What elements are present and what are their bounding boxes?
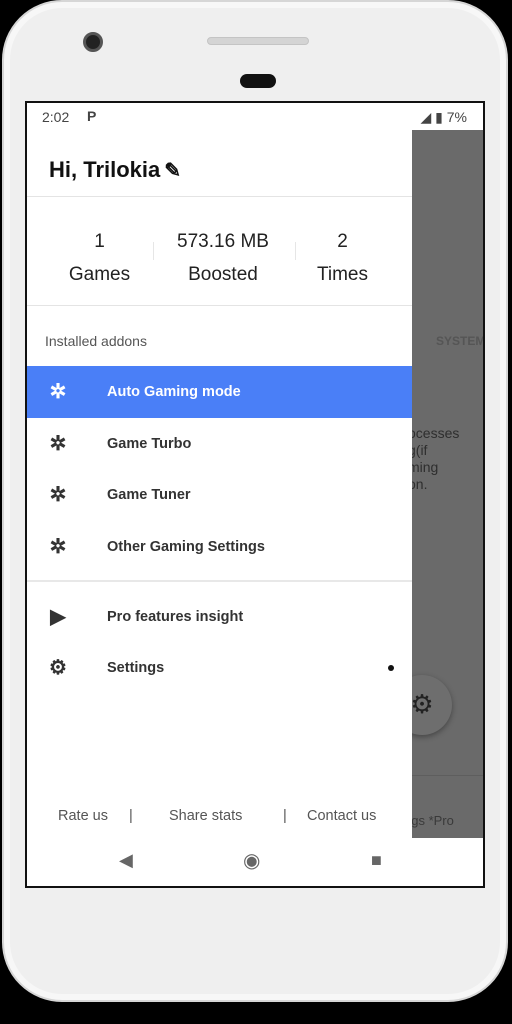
notification-dot xyxy=(388,665,394,671)
menu-item-pro-features[interactable]: ▶ Pro features insight xyxy=(27,591,412,643)
menu-item-label: Settings xyxy=(107,660,165,676)
contact-us-link[interactable]: Contact us xyxy=(307,808,376,824)
menu-item-label: Pro features insight xyxy=(107,609,244,625)
stat-label: Times xyxy=(316,264,369,285)
background-footer: ngs *Pro xyxy=(412,813,454,828)
divider xyxy=(295,242,296,260)
stat-label: Boosted xyxy=(188,264,258,285)
back-icon[interactable]: ◀ xyxy=(119,850,133,871)
menu-item-auto-gaming-mode[interactable]: ✲ Auto Gaming mode xyxy=(27,366,412,418)
menu-item-label: Auto Gaming mode xyxy=(107,384,241,400)
puzzle-icon: ✲ xyxy=(49,536,67,558)
screen: 2:02 P ◢ ▮ 7% SYSTEM ocesses g(if ming o… xyxy=(25,101,485,888)
menu-item-game-tuner[interactable]: ✲ Game Tuner xyxy=(27,469,412,521)
background-content-scrim[interactable]: SYSTEM ocesses g(if ming on. ⚙ ngs *Pro xyxy=(412,130,483,838)
menu-item-label: Game Turbo xyxy=(107,436,192,452)
divider xyxy=(153,242,154,260)
footer-separator: | xyxy=(129,808,133,824)
gear-speed-icon: ⚙ xyxy=(412,689,434,719)
stat-boosted: 573.16 MB Boosted xyxy=(157,225,289,291)
divider xyxy=(27,305,412,306)
stat-value: 1 xyxy=(94,231,105,252)
puzzle-icon: ✲ xyxy=(49,433,67,455)
greeting: Hi, Trilokia xyxy=(49,157,161,182)
stat-value: 2 xyxy=(337,231,348,252)
stat-value: 573.16 MB xyxy=(177,231,269,252)
system-nav-bar: ◀ ◉ ■ xyxy=(27,838,483,886)
notification-icon: P xyxy=(87,108,97,124)
background-description: ocesses g(if ming on. xyxy=(412,425,460,492)
navigation-drawer: Hi, Trilokia ✎ 1 Games 573.16 MB Boosted 2 T… xyxy=(27,130,412,838)
speaker-grille xyxy=(207,37,309,45)
menu-item-settings[interactable]: ⚙ Settings xyxy=(27,642,412,694)
puzzle-icon: ✲ xyxy=(49,484,67,506)
play-bag-icon: ▶ xyxy=(50,606,66,628)
rate-us-link[interactable]: Rate us xyxy=(58,808,108,824)
greeting-header: Hi, Trilokia ✎ xyxy=(49,157,181,183)
menu-item-label: Game Tuner xyxy=(107,487,191,503)
divider xyxy=(27,580,412,582)
signal-icon: ◢ ▮ xyxy=(420,109,443,125)
home-icon[interactable]: ◉ xyxy=(243,848,260,873)
edit-pencil-icon[interactable]: ✎ xyxy=(164,160,181,182)
stat-times: 2 Times xyxy=(305,225,380,291)
status-time: 2:02 xyxy=(42,109,70,125)
front-camera xyxy=(83,32,103,52)
tab-system: SYSTEM xyxy=(436,334,483,348)
menu-item-label: Other Gaming Settings xyxy=(107,539,265,555)
stat-label: Games xyxy=(68,264,131,285)
share-stats-link[interactable]: Share stats xyxy=(169,808,242,824)
recents-icon[interactable]: ■ xyxy=(371,850,382,871)
footer-separator: | xyxy=(283,808,287,824)
puzzle-icon: ✲ xyxy=(49,381,67,403)
status-bar: 2:02 P ◢ ▮ 7% xyxy=(27,103,483,130)
stat-games: 1 Games xyxy=(62,225,137,291)
gear-icon: ⚙ xyxy=(49,657,67,679)
menu-item-other-gaming-settings[interactable]: ✲ Other Gaming Settings xyxy=(27,521,412,573)
divider xyxy=(27,196,412,197)
sensor xyxy=(240,74,276,88)
boost-fab: ⚙ xyxy=(412,675,452,735)
divider xyxy=(412,775,483,776)
section-title: Installed addons xyxy=(45,333,147,349)
status-right: ◢ ▮ 7% xyxy=(421,109,468,126)
menu-item-game-turbo[interactable]: ✲ Game Turbo xyxy=(27,418,412,470)
battery-text: 7% xyxy=(446,109,467,125)
